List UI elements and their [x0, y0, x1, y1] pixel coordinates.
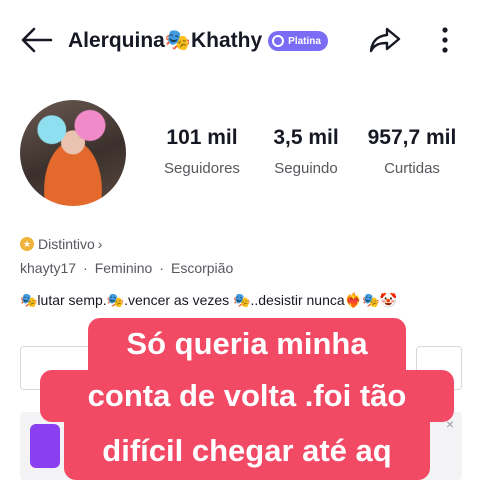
- stat-followers[interactable]: 101 mil Seguidores: [150, 126, 254, 177]
- caption-line: Só queria minha: [88, 318, 406, 370]
- action-button-left[interactable]: [20, 346, 92, 390]
- followers-label: Seguidores: [164, 160, 240, 177]
- close-icon[interactable]: ×: [446, 416, 454, 432]
- stat-likes[interactable]: 957,7 mil Curtidas: [358, 126, 466, 177]
- action-button-right[interactable]: [416, 346, 462, 390]
- title-group: Alerquina🎭Khathy Platina: [68, 26, 328, 56]
- likes-count: 957,7 mil: [367, 126, 457, 149]
- following-count: 3,5 mil: [273, 126, 339, 149]
- followers-count: 101 mil: [166, 126, 238, 149]
- back-button[interactable]: [18, 22, 56, 58]
- share-button[interactable]: [366, 22, 404, 58]
- badge-label: Platina: [288, 35, 321, 47]
- profile-header: Alerquina🎭Khathy Platina: [0, 0, 480, 80]
- promo-banner[interactable]: ×: [20, 412, 462, 480]
- arrow-left-icon: [21, 27, 53, 53]
- username: khayty17: [20, 260, 77, 276]
- promo-thumbnail: [30, 424, 60, 468]
- profile-avatar[interactable]: [20, 100, 126, 206]
- share-icon: [369, 27, 401, 53]
- more-vertical-icon: [442, 27, 448, 53]
- zodiac-sign: Escorpião: [170, 260, 234, 276]
- meta-separator: ·: [83, 260, 88, 276]
- profile-stats: 101 mil Seguidores 3,5 mil Seguindo 957,…: [150, 126, 470, 190]
- likes-label: Curtidas: [384, 160, 440, 177]
- badge-coin-icon: ★: [20, 237, 34, 251]
- following-label: Seguindo: [274, 160, 338, 177]
- more-options-button[interactable]: [430, 22, 460, 58]
- profile-meta: khayty17 · Feminino · Escorpião: [20, 260, 233, 276]
- level-badge[interactable]: Platina: [268, 31, 328, 51]
- badge-icon: [272, 35, 285, 47]
- profile-bio: 🎭lutar semp.🎭.vencer as vezes 🎭..desisti…: [20, 292, 397, 308]
- gender: Feminino: [94, 260, 153, 276]
- profile-title: Alerquina🎭Khathy: [68, 29, 263, 52]
- chevron-right-icon: ›: [97, 236, 103, 252]
- distintivo-link[interactable]: ★ Distintivo ›: [20, 234, 102, 254]
- meta-separator: ·: [159, 260, 164, 276]
- distintivo-label: Distintivo: [38, 236, 95, 252]
- stat-following[interactable]: 3,5 mil Seguindo: [262, 126, 350, 177]
